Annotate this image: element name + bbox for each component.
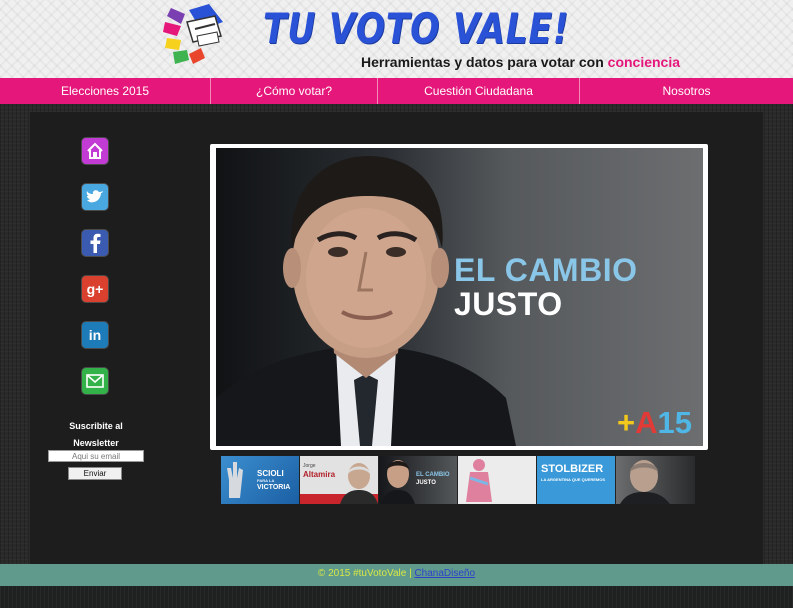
thumbnail-altamira[interactable]: Jorge Altamira: [300, 456, 379, 504]
thumbnail-stolbizer-line2: LA ARGENTINA QUE QUEREMOS: [541, 477, 606, 482]
nav-cuestion-ciudadana[interactable]: Cuestión Ciudadana: [378, 78, 580, 104]
party-logo: +A15: [617, 405, 692, 441]
newsletter-label-line1: Suscribite al: [69, 421, 123, 431]
candidate-photo-massa: [381, 460, 415, 504]
google-plus-icon[interactable]: g+: [82, 276, 108, 302]
thumbnail-massa-line1: EL CAMBIO: [416, 472, 450, 478]
nav-como-votar[interactable]: ¿Cómo votar?: [211, 78, 378, 104]
email-icon[interactable]: [82, 368, 108, 394]
site-header: TU VOTO VALE! Herramientas y datos para …: [0, 0, 793, 78]
hero-image: EL CAMBIO JUSTO +A15: [216, 148, 703, 446]
party-logo-a: A: [635, 405, 658, 440]
nav-elecciones-2015[interactable]: Elecciones 2015: [0, 78, 211, 104]
site-footer: © 2015 #tuVotoVale | ChanaDiseño: [0, 564, 793, 586]
thumbnail-stolbizer-line1: STOLBIZER: [541, 463, 604, 475]
tagline-accent: conciencia: [607, 54, 681, 70]
thumbnail-candidate-4[interactable]: [458, 456, 537, 504]
newsletter-submit-button[interactable]: Enviar: [68, 467, 122, 480]
facebook-icon[interactable]: [82, 230, 108, 256]
candidate-photo-macri: [620, 460, 670, 504]
hero-headline-2: JUSTO: [454, 286, 563, 322]
tagline-text: Herramientas y datos para votar con: [361, 54, 604, 70]
twitter-icon[interactable]: [82, 184, 108, 210]
thumbnail-stolbizer[interactable]: STOLBIZER LA ARGENTINA QUE QUEREMOS: [537, 456, 616, 504]
thumbnail-scioli-line3: VICTORIA: [257, 484, 291, 491]
hero-headline-1: EL CAMBIO: [454, 252, 638, 288]
footer-band: [0, 586, 793, 608]
thumbnail-altamira-line2: Altamira: [303, 470, 336, 479]
party-logo-number: 15: [657, 405, 692, 440]
newsletter-email-input[interactable]: [48, 450, 144, 462]
newsletter-label: Suscribite al Newsletter: [48, 418, 144, 452]
thumbnail-scioli-line1: SCIOLI: [257, 469, 284, 478]
home-icon[interactable]: [82, 138, 108, 164]
hero-slideshow[interactable]: EL CAMBIO JUSTO +A15: [210, 144, 708, 450]
thumbnail-massa-line2: JUSTO: [416, 480, 436, 486]
linkedin-icon[interactable]: in: [82, 322, 108, 348]
thumbnail-scioli[interactable]: SCIOLI PARA LA VICTORIA: [221, 456, 300, 504]
party-logo-plus: +: [617, 405, 636, 440]
thumbnail-scioli-line2: PARA LA: [257, 478, 275, 483]
thumbnail-altamira-line1: Jorge: [303, 463, 316, 469]
site-title: TU VOTO VALE!: [263, 4, 570, 53]
main-nav: Elecciones 2015 ¿Cómo votar? Cuestión Ci…: [0, 78, 793, 104]
candidate-photo-altamira: [340, 463, 378, 504]
ballot-box-icon[interactable]: [163, 2, 229, 66]
candidate-figure-icon: [466, 459, 492, 502]
thumbnail-massa[interactable]: EL CAMBIO JUSTO: [379, 456, 458, 504]
nav-nosotros[interactable]: Nosotros: [580, 78, 793, 104]
tagline: Herramientas y datos para votar con conc…: [361, 54, 680, 70]
slideshow-thumbnails: SCIOLI PARA LA VICTORIA Jorge Altamira E…: [221, 456, 696, 504]
footer-copyright: © 2015 #tuVotoVale |: [317, 568, 412, 579]
main-content: g+ in Suscribite al Newsletter Enviar: [0, 104, 793, 564]
footer-credit-link[interactable]: ChanaDiseño: [414, 568, 475, 579]
thumbnail-macri[interactable]: [616, 456, 695, 504]
hand-icon: [227, 462, 243, 498]
